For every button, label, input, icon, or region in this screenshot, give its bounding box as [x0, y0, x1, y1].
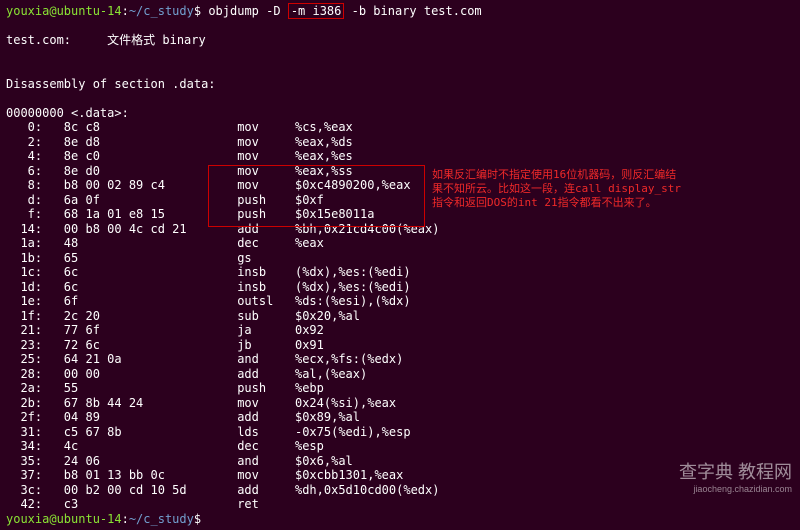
command-prefix: objdump -D: [208, 4, 287, 18]
prompt-line[interactable]: youxia@ubuntu-14:~/c_study$ objdump -D -…: [6, 4, 794, 19]
annotation-text: 如果反汇编时不指定使用16位机器码，则反汇编结 果不知所云。比如这一段，连cal…: [432, 168, 681, 210]
disasm-row: 25: 64 21 0a and %ecx,%fs:(%edx): [6, 352, 794, 367]
disasm-row: 34: 4c dec %esp: [6, 439, 794, 454]
disasm-row: 0: 8c c8 mov %cs,%eax: [6, 120, 794, 135]
disasm-row: 23: 72 6c jb 0x91: [6, 338, 794, 353]
disasm-row: 1c: 6c insb (%dx),%es:(%edi): [6, 265, 794, 280]
disasm-row: 35: 24 06 and $0x6,%al: [6, 454, 794, 469]
disasm-row: 2b: 67 8b 44 24 mov 0x24(%si),%eax: [6, 396, 794, 411]
disasm-row: 31: c5 67 8b lds -0x75(%edi),%esp: [6, 425, 794, 440]
section-label: 00000000 <.data>:: [6, 106, 794, 121]
disasm-row: 1b: 65 gs: [6, 251, 794, 266]
disasm-row: 1e: 6f outsl %ds:(%esi),(%dx): [6, 294, 794, 309]
disasm-row: 1f: 2c 20 sub $0x20,%al: [6, 309, 794, 324]
disasm-row: 2: 8e d8 mov %eax,%ds: [6, 135, 794, 150]
disasm-row: 28: 00 00 add %al,(%eax): [6, 367, 794, 382]
disasm-row: 1a: 48 dec %eax: [6, 236, 794, 251]
disasm-row: 1d: 6c insb (%dx),%es:(%edi): [6, 280, 794, 295]
terminal-output: youxia@ubuntu-14:~/c_study$ objdump -D -…: [0, 0, 800, 530]
disasm-row: 3c: 00 b2 00 cd 10 5d add %dh,0x5d10cd00…: [6, 483, 794, 498]
disasm-row: 2a: 55 push %ebp: [6, 381, 794, 396]
disasm-row: 21: 77 6f ja 0x92: [6, 323, 794, 338]
disasm-row: 37: b8 01 13 bb 0c mov $0xcbb1301,%eax: [6, 468, 794, 483]
command-highlight: -m i386: [288, 3, 345, 19]
disasm-row: 2f: 04 89 add $0x89,%al: [6, 410, 794, 425]
prompt-user: youxia@ubuntu-14: [6, 4, 122, 18]
prompt-line-end[interactable]: youxia@ubuntu-14:~/c_study$: [6, 512, 794, 527]
file-format-line: test.com: 文件格式 binary: [6, 33, 794, 48]
watermark: 查字典 教程网 jiaocheng.chazidian.com: [679, 458, 792, 494]
disasm-header: Disassembly of section .data:: [6, 77, 794, 92]
disasm-row: 4: 8e c0 mov %eax,%es: [6, 149, 794, 164]
prompt-path: ~/c_study: [129, 4, 194, 18]
annotation-box: [208, 165, 425, 227]
command-suffix: -b binary test.com: [344, 4, 481, 18]
disasm-row: 42: c3 ret: [6, 497, 794, 512]
